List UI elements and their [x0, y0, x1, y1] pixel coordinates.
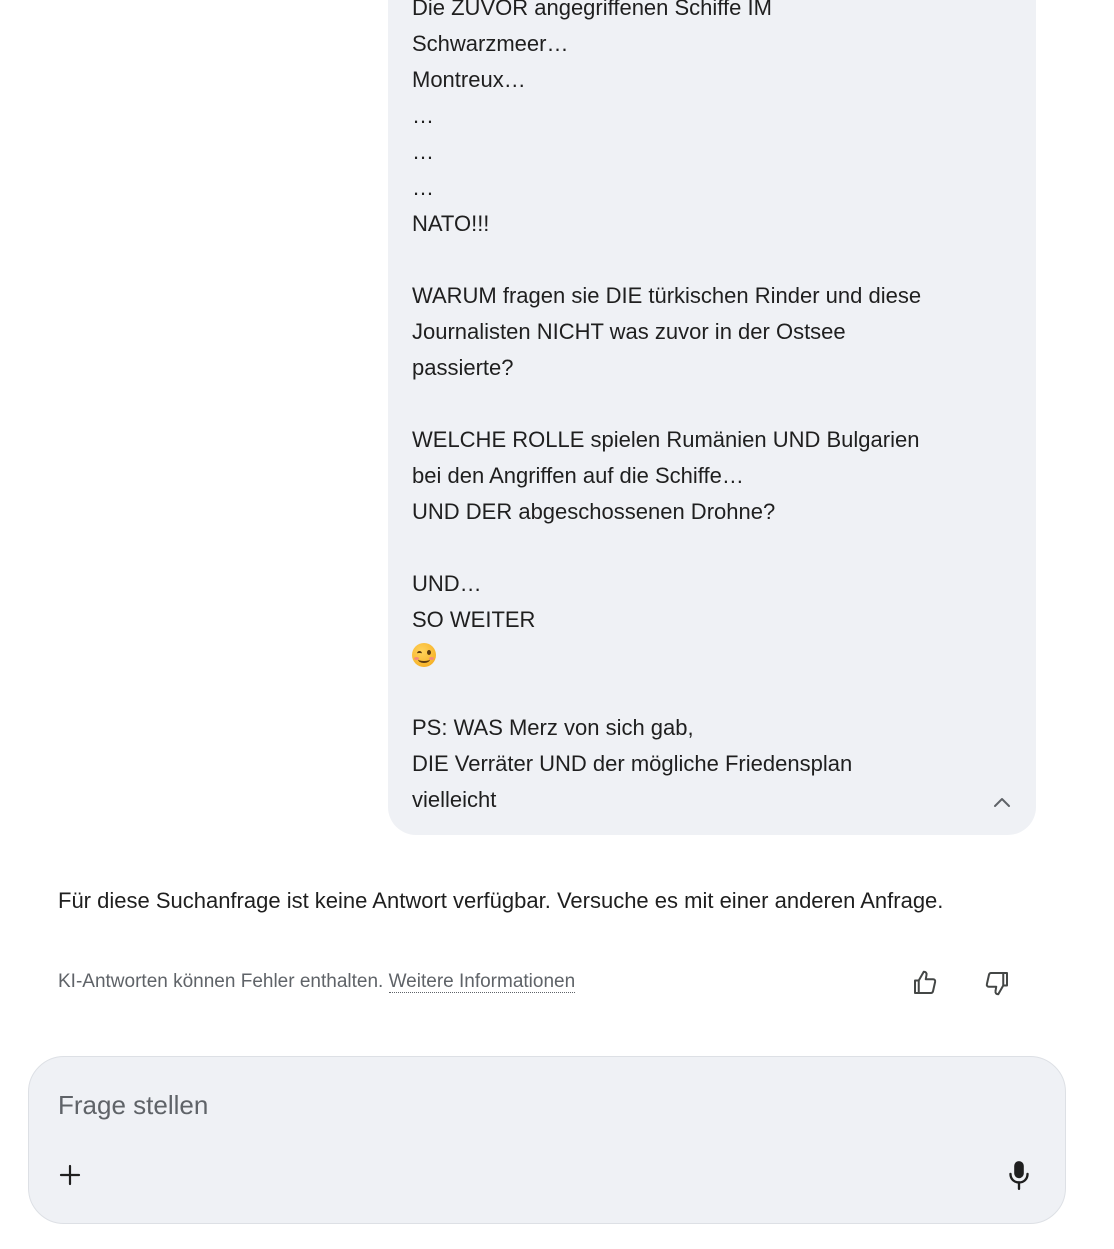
message-line: vielleicht — [412, 787, 497, 812]
message-line: PS: WAS Merz von sich gab, — [412, 715, 694, 740]
message-line: WARUM fragen sie DIE türkischen Rinder u… — [412, 283, 922, 308]
ai-answer-text: Für diese Suchanfrage ist keine Antwort … — [58, 888, 944, 913]
winking-face-emoji — [412, 643, 436, 668]
message-line: WELCHE ROLLE spielen Rumänien UND Bulgar… — [412, 427, 920, 452]
message-emoji-line — [412, 638, 992, 674]
add-attachment-button[interactable] — [55, 1157, 85, 1193]
more-info-link[interactable]: Weitere Informationen — [388, 971, 576, 993]
message-line: Die ZUVOR angegriffenen Schiffe IM — [412, 0, 772, 20]
message-line: … — [412, 103, 434, 128]
message-line: Journalisten NICHT was zuvor in der Osts… — [412, 319, 846, 344]
message-line: … — [412, 175, 434, 200]
message-line: bei den Angriffen auf die Schiffe… — [412, 463, 744, 488]
user-message-bubble: Die ZUVOR angegriffenen Schiffe IM Schwa… — [388, 0, 1036, 835]
thumbs-up-button[interactable] — [908, 966, 942, 1000]
user-message-text: Die ZUVOR angegriffenen Schiffe IM Schwa… — [412, 0, 992, 818]
voice-input-button[interactable] — [1003, 1157, 1035, 1193]
message-line: … — [412, 139, 434, 164]
collapse-message-button[interactable] — [988, 789, 1016, 817]
message-line: passierte? — [412, 355, 514, 380]
message-line: SO WEITER — [412, 607, 536, 632]
ai-disclaimer: KI-Antworten können Fehler enthalten. We… — [58, 969, 576, 995]
ask-input[interactable] — [58, 1085, 958, 1125]
ask-box — [28, 1056, 1066, 1224]
message-line: UND DER abgeschossenen Drohne? — [412, 499, 776, 524]
message-line: DIE Verräter UND der mögliche Friedenspl… — [412, 751, 853, 776]
chevron-up-icon — [994, 798, 1010, 807]
thumbs-down-button[interactable] — [980, 966, 1014, 1000]
microphone-icon — [1009, 1161, 1029, 1191]
disclaimer-text: KI-Antworten können Fehler enthalten. — [58, 971, 384, 992]
message-line: Montreux… — [412, 67, 526, 92]
message-line: Schwarzmeer… — [412, 31, 569, 56]
message-line: NATO!!! — [412, 211, 490, 236]
thumbs-down-icon — [985, 972, 1008, 996]
thumbs-up-icon — [914, 970, 937, 994]
ai-mode-conversation: Die ZUVOR angegriffenen Schiffe IM Schwa… — [0, 0, 1114, 1249]
plus-icon — [59, 1164, 81, 1186]
message-line: UND… — [412, 571, 482, 596]
